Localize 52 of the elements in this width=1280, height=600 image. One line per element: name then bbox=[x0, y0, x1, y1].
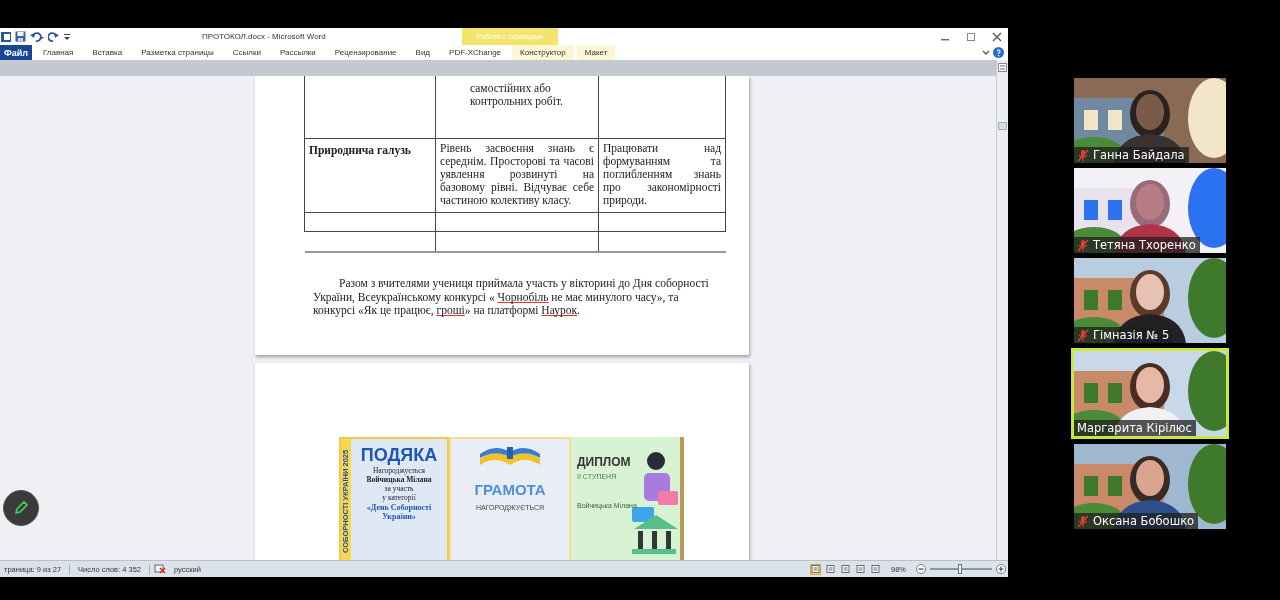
participant-name: Гімназія № 5 bbox=[1093, 328, 1170, 342]
ribbon-tab[interactable]: Разметка страницы bbox=[133, 45, 222, 60]
help-icon[interactable] bbox=[993, 47, 1004, 58]
video-tile[interactable]: Тетяна Тхоренко bbox=[1074, 168, 1226, 253]
certificate-title: ПОДЯКА bbox=[360, 445, 438, 466]
view-mode-button[interactable] bbox=[870, 563, 881, 575]
table-cell-text: самостійних або контрольних робіт. bbox=[470, 82, 563, 107]
ribbon-tab[interactable]: Рассылки bbox=[271, 45, 324, 60]
zoom-out-icon[interactable] bbox=[916, 564, 926, 574]
ribbon-tab[interactable]: Макет bbox=[576, 45, 616, 60]
video-tile[interactable]: Оксана Бобошко bbox=[1074, 444, 1226, 529]
view-mode-button[interactable] bbox=[840, 563, 851, 575]
annotate-button[interactable] bbox=[3, 490, 39, 526]
view-mode-button[interactable] bbox=[810, 563, 821, 575]
participant-name: Ганна Байдала bbox=[1093, 148, 1185, 162]
table-cell-text: Рівень засвоєння знань є середнім. Просторові та часові уявлення розвинуті на базовому рівні. Відчуває себе частиною колективу класу. bbox=[440, 142, 594, 206]
collapse-ribbon-icon[interactable] bbox=[982, 48, 990, 57]
save-icon[interactable] bbox=[15, 31, 26, 42]
ribbon-tab[interactable]: Конструктор bbox=[512, 45, 574, 60]
certificate-text: «День Соборності України» bbox=[365, 502, 433, 521]
video-tile[interactable]: Гімназія № 5 bbox=[1074, 258, 1226, 343]
ribbon-tab[interactable]: Вид bbox=[407, 45, 439, 60]
paragraph: Разом з вчителями учениця приймала участь у вікторині до Дня соборності України, Всеукраїнському конкурсі « Чорнобіль не має минулого часу», та конкурсі «Як це працює, гроші» на платформі Наурок. bbox=[313, 277, 710, 318]
close-icon[interactable] bbox=[992, 31, 1002, 42]
pencil-icon bbox=[13, 500, 29, 516]
ribbon-tab[interactable]: Главная bbox=[34, 45, 82, 60]
undo-icon[interactable] bbox=[30, 31, 44, 42]
redo-icon[interactable] bbox=[48, 31, 59, 42]
customize-toolbar-icon[interactable] bbox=[63, 31, 71, 42]
ribbon-tab[interactable]: Файл bbox=[0, 45, 32, 60]
certificate-title: ДИПЛОМ bbox=[577, 455, 632, 469]
zoom-in-icon[interactable] bbox=[996, 564, 1006, 574]
certificate-title: ГРАМОТА bbox=[474, 481, 546, 498]
ribbon-tab[interactable]: Вставка bbox=[84, 45, 131, 60]
table-cell-text: Природнича галузь bbox=[309, 144, 411, 156]
ruler-toggle-icon[interactable] bbox=[998, 63, 1007, 72]
proofing-icon[interactable] bbox=[154, 564, 167, 574]
participant-name: Маргарита Кірілюс bbox=[1077, 421, 1192, 435]
window-title: ПРОТОКОЛ.docx - Microsoft Word bbox=[202, 32, 326, 41]
table-cell-text: Працювати над формуванням та поглибленням знань про закономірності природи. bbox=[603, 142, 721, 206]
scrollbar-thumb[interactable] bbox=[998, 122, 1007, 130]
maximize-icon[interactable] bbox=[966, 31, 976, 42]
video-tile[interactable]: Маргарита Кірілюс bbox=[1071, 348, 1229, 439]
ribbon-tab[interactable]: Рецензирование bbox=[326, 45, 405, 60]
view-mode-button[interactable] bbox=[825, 563, 836, 575]
ribbon-tab[interactable]: Ссылки bbox=[224, 45, 269, 60]
participant-name: Оксана Бобошко bbox=[1093, 514, 1195, 528]
ribbon-tab[interactable]: PDF-XChange bbox=[441, 45, 510, 60]
participant-name: Тетяна Тхоренко bbox=[1093, 238, 1196, 252]
vertical-scrollbar[interactable] bbox=[996, 60, 1008, 560]
video-tile[interactable]: Ганна Байдала bbox=[1074, 78, 1226, 163]
view-mode-button[interactable] bbox=[855, 563, 866, 575]
